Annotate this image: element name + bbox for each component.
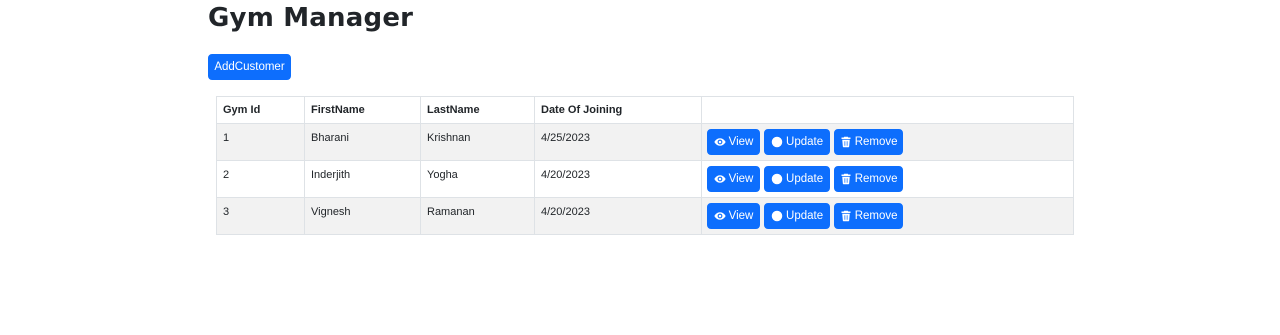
table-row: 1 Bharani Krishnan 4/25/2023 View Update… xyxy=(216,123,1074,161)
view-button-label: View xyxy=(728,210,754,222)
eye-icon xyxy=(714,210,726,222)
add-customer-button[interactable]: AddCustomer xyxy=(208,54,291,80)
update-button[interactable]: Update xyxy=(764,166,831,192)
header-first-name: FirstName xyxy=(304,96,421,124)
cell-actions: View Update Remove xyxy=(701,197,1074,235)
header-last-name: LastName xyxy=(420,96,535,124)
cell-first-name: Vignesh xyxy=(304,197,421,235)
page-title: Gym Manager xyxy=(208,3,414,33)
header-gym-id: Gym Id xyxy=(216,96,305,124)
arrow-up-circle-icon xyxy=(771,173,783,185)
update-button-label: Update xyxy=(786,136,824,148)
table-row: 3 Vignesh Ramanan 4/20/2023 View Update … xyxy=(216,197,1074,235)
eye-icon xyxy=(714,136,726,148)
cell-last-name: Yogha xyxy=(420,160,535,198)
remove-button[interactable]: Remove xyxy=(834,129,904,155)
cell-gym-id: 1 xyxy=(216,123,305,161)
trash-icon xyxy=(840,136,852,148)
trash-icon xyxy=(840,173,852,185)
arrow-up-circle-icon xyxy=(771,210,783,222)
cell-date-of-joining: 4/20/2023 xyxy=(534,197,702,235)
remove-button[interactable]: Remove xyxy=(834,203,904,229)
eye-icon xyxy=(714,173,726,185)
remove-button-label: Remove xyxy=(854,173,898,185)
view-button[interactable]: View xyxy=(707,129,760,155)
customers-table: Gym Id FirstName LastName Date Of Joinin… xyxy=(216,96,1074,235)
cell-date-of-joining: 4/20/2023 xyxy=(534,160,702,198)
remove-button-label: Remove xyxy=(854,210,898,222)
update-button-label: Update xyxy=(786,210,824,222)
table-header-row: Gym Id FirstName LastName Date Of Joinin… xyxy=(216,96,1074,124)
cell-actions: View Update Remove xyxy=(701,123,1074,161)
cell-gym-id: 2 xyxy=(216,160,305,198)
view-button[interactable]: View xyxy=(707,203,760,229)
cell-first-name: Inderjith xyxy=(304,160,421,198)
header-actions xyxy=(701,96,1074,124)
update-button[interactable]: Update xyxy=(764,129,831,155)
table-row: 2 Inderjith Yogha 4/20/2023 View Update … xyxy=(216,160,1074,198)
remove-button[interactable]: Remove xyxy=(834,166,904,192)
arrow-up-circle-icon xyxy=(771,136,783,148)
view-button-label: View xyxy=(728,173,754,185)
cell-date-of-joining: 4/25/2023 xyxy=(534,123,702,161)
cell-first-name: Bharani xyxy=(304,123,421,161)
header-date-of-joining: Date Of Joining xyxy=(534,96,702,124)
cell-last-name: Ramanan xyxy=(420,197,535,235)
view-button[interactable]: View xyxy=(707,166,760,192)
cell-actions: View Update Remove xyxy=(701,160,1074,198)
remove-button-label: Remove xyxy=(854,136,898,148)
update-button[interactable]: Update xyxy=(764,203,831,229)
view-button-label: View xyxy=(728,136,754,148)
cell-gym-id: 3 xyxy=(216,197,305,235)
trash-icon xyxy=(840,210,852,222)
update-button-label: Update xyxy=(786,173,824,185)
cell-last-name: Krishnan xyxy=(420,123,535,161)
